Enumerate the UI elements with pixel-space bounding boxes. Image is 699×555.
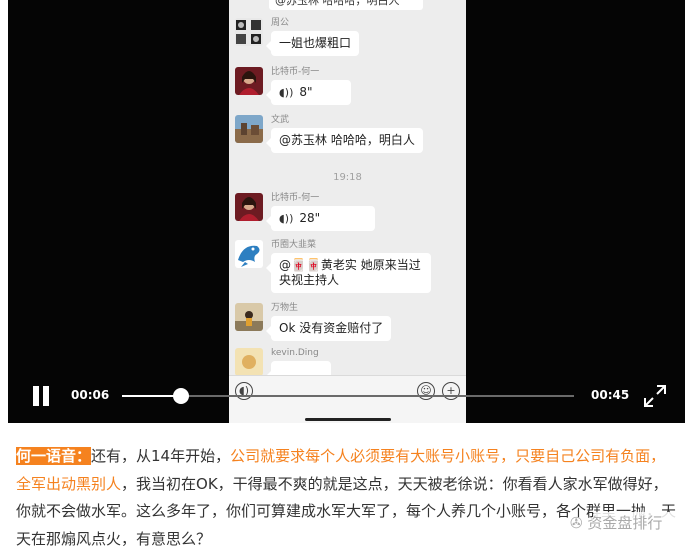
sender-name: 比特币-何一 bbox=[271, 193, 320, 203]
voice-duration: 8" bbox=[299, 85, 313, 99]
avatar bbox=[235, 18, 263, 46]
fullscreen-icon bbox=[644, 385, 666, 407]
article-text-part: 还有，从14年开始， bbox=[91, 447, 231, 465]
page: @苏玉林 哈哈哈，明白人 周公 一姐也爆粗口 比特币-何一 ◖)) 8" 文武 … bbox=[0, 0, 699, 555]
voice-message-bubble[interactable]: ◖)) 8" bbox=[266, 80, 351, 105]
sender-name: 周公 bbox=[271, 18, 290, 28]
avatar bbox=[235, 115, 263, 143]
chat-timestamp: 19:18 bbox=[333, 172, 362, 183]
wechat-icon: ✇ bbox=[570, 514, 583, 532]
watermark-text: 资金盘排行 bbox=[587, 514, 663, 532]
video-player[interactable]: @苏玉林 哈哈哈，明白人 周公 一姐也爆粗口 比特币-何一 ◖)) 8" 文武 … bbox=[8, 0, 685, 423]
speaker-label: 何一语音： bbox=[16, 447, 92, 465]
message-bubble: @🀄🀄黄老实 她原来当过央视主持人 bbox=[266, 253, 431, 293]
partial-top-bubble-text: @苏玉林 哈哈哈，明白人 bbox=[275, 0, 400, 7]
voice-icon: ◖)) bbox=[279, 86, 294, 99]
progress-bar[interactable] bbox=[122, 388, 574, 404]
voice-icon: ◖)) bbox=[279, 212, 294, 225]
video-frame-chat-screenshot: @苏玉林 哈哈哈，明白人 周公 一姐也爆粗口 比特币-何一 ◖)) 8" 文武 … bbox=[229, 0, 466, 423]
sender-name: 万物生 bbox=[271, 303, 299, 313]
progress-fill bbox=[122, 395, 181, 397]
message-bubble: @苏玉林 哈哈哈，明白人 bbox=[266, 128, 423, 153]
avatar bbox=[235, 303, 263, 331]
sender-name: 文武 bbox=[271, 115, 290, 125]
avatar bbox=[235, 193, 263, 221]
progress-knob[interactable] bbox=[172, 388, 189, 404]
duration: 00:45 bbox=[591, 388, 630, 402]
fullscreen-button[interactable] bbox=[643, 384, 667, 408]
avatar bbox=[235, 240, 263, 268]
sender-name: kevin.Ding bbox=[271, 348, 319, 358]
sender-name: 币圈大韭菜 bbox=[271, 240, 317, 250]
video-controls: 00:06 00:45 bbox=[8, 372, 685, 420]
partial-top-bubble: @苏玉林 哈哈哈，明白人 bbox=[269, 0, 423, 10]
avatar bbox=[235, 67, 263, 95]
voice-duration: 28" bbox=[299, 211, 321, 225]
current-time: 00:06 bbox=[71, 388, 110, 402]
watermark: ✇ 资金盘排行 bbox=[570, 512, 662, 533]
pause-button[interactable] bbox=[30, 385, 52, 407]
message-bubble: 一姐也爆粗口 bbox=[265, 31, 360, 56]
voice-message-bubble[interactable]: ◖)) 28" bbox=[266, 206, 375, 231]
message-bubble: Ok 没有资金赔付了 bbox=[265, 316, 392, 341]
sender-name: 比特币-何一 bbox=[271, 67, 320, 77]
article-paragraph: 何一语音：还有，从14年开始，公司就要求每个人必须要有大账号小账号，只要自己公司… bbox=[16, 443, 680, 553]
